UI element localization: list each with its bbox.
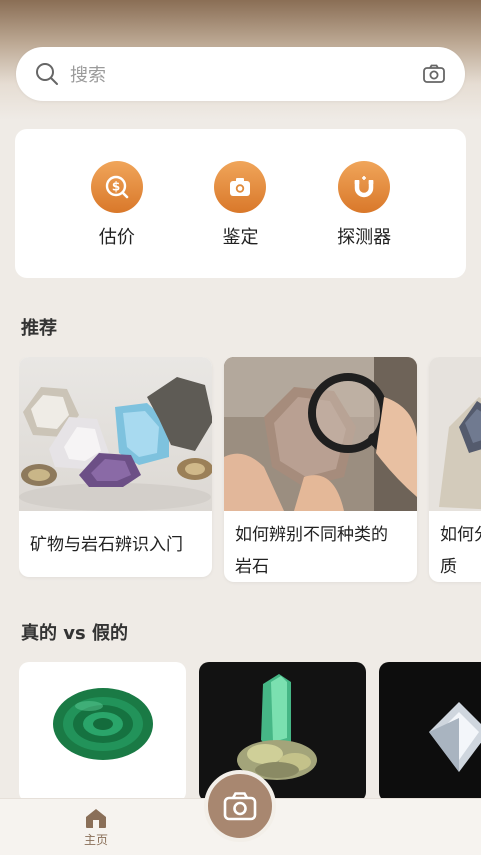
section-title-real-vs-fake: 真的 vs 假的 bbox=[21, 623, 128, 644]
search-bar[interactable]: 搜索 bbox=[16, 47, 465, 101]
magnet-icon bbox=[338, 161, 391, 213]
tool-label: 探测器 bbox=[337, 227, 392, 248]
mineral-specimen-image bbox=[429, 357, 481, 511]
recommend-card[interactable]: 如何辨别不同种类的 岩石 bbox=[224, 357, 417, 582]
recommend-card-title-line: 如何辨别不同种类的 bbox=[235, 525, 388, 545]
camera-icon bbox=[214, 161, 267, 213]
nav-home-label: 主页 bbox=[83, 833, 108, 847]
malachite-image[interactable] bbox=[19, 662, 186, 802]
svg-text:$: $ bbox=[112, 180, 120, 194]
section-title-recommend: 推荐 bbox=[21, 318, 57, 339]
recommend-card-title: 如何辨别不同种类的 岩石 bbox=[224, 511, 417, 582]
tool-label: 估价 bbox=[98, 227, 135, 248]
camera-icon bbox=[223, 792, 257, 821]
recommend-card[interactable]: 如何分 质 bbox=[429, 357, 481, 582]
recommend-card-title: 如何分 质 bbox=[429, 511, 481, 582]
recommend-card-title: 矿物与岩石辨识入门 bbox=[30, 535, 183, 555]
home-icon bbox=[86, 809, 106, 828]
camera-search-icon[interactable] bbox=[421, 61, 447, 87]
tool-appraisal[interactable]: $ 估价 bbox=[72, 129, 162, 278]
tool-identify[interactable]: 鉴定 bbox=[195, 129, 285, 278]
recommend-card-title-line: 岩石 bbox=[235, 557, 269, 577]
dollar-search-icon: $ bbox=[90, 161, 143, 213]
recommend-card-title-line: 质 bbox=[440, 557, 457, 577]
tool-detector[interactable]: 探测器 bbox=[319, 129, 409, 278]
recommend-carousel[interactable]: 矿物与岩石辨识入门 如何辨别不同种类的 岩石 如何 质 bbox=[19, 357, 481, 587]
nav-home[interactable]: 主页 bbox=[76, 807, 116, 848]
recommend-card[interactable]: 矿物与岩石辨识入门 bbox=[19, 357, 212, 577]
search-input[interactable]: 搜索 bbox=[70, 61, 421, 87]
recommend-card-title-line: 如何分 bbox=[440, 525, 481, 545]
magnifier-rock-image bbox=[224, 357, 417, 511]
diamond-image[interactable] bbox=[379, 662, 481, 802]
tool-label: 鉴定 bbox=[222, 227, 259, 248]
tools-card: $ 估价 鉴定 探测器 bbox=[15, 129, 466, 278]
minerals-image bbox=[19, 357, 212, 511]
camera-scan-button[interactable] bbox=[204, 770, 276, 842]
search-icon bbox=[36, 63, 58, 85]
